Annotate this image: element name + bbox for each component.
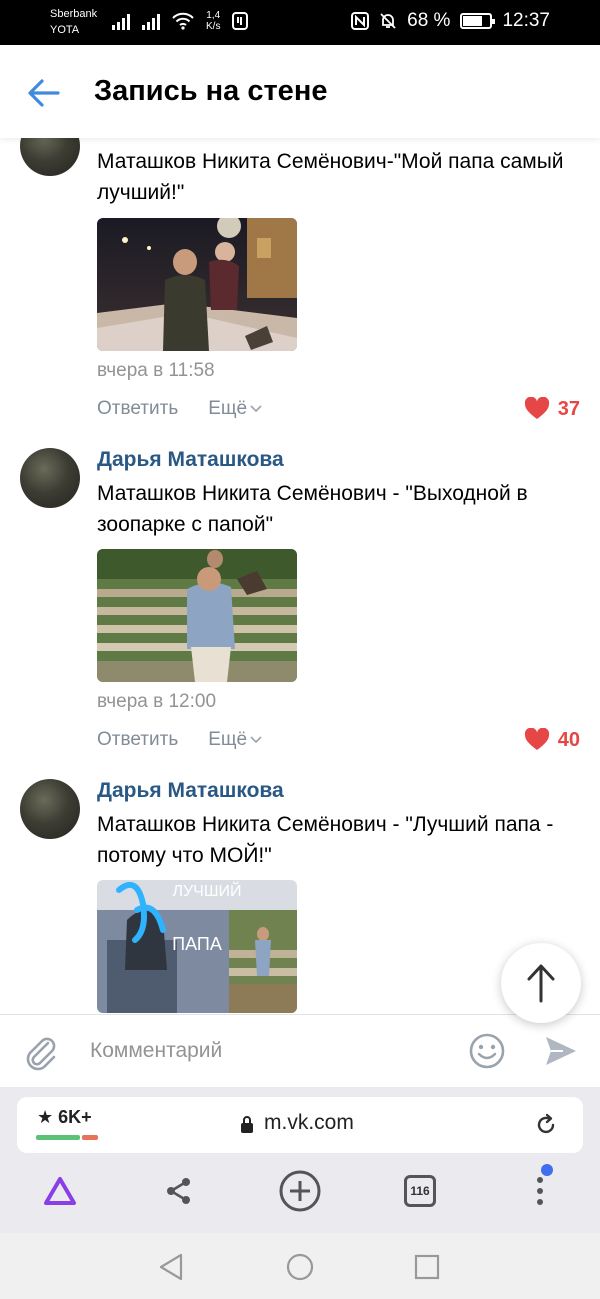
more-vertical-icon [537, 1177, 543, 1205]
net-speed-unit: K/s [206, 21, 221, 32]
reply-button[interactable]: Ответить [97, 398, 178, 420]
heart-icon [524, 397, 549, 419]
more-label: Ещё [208, 398, 248, 419]
circle-home-icon [286, 1253, 314, 1281]
chevron-down-icon [250, 736, 262, 744]
site-rating[interactable]: ★ 6K+ [37, 1107, 92, 1128]
heart-icon [524, 728, 549, 750]
like-button[interactable]: 37 [524, 397, 580, 421]
clock: 12:37 [502, 10, 550, 31]
status-left-icons: 1,4 K/s [112, 10, 249, 32]
tabs-button[interactable]: 116 [396, 1167, 444, 1215]
photo-caption-bottom: ПАПА [172, 934, 222, 954]
plus-circle-icon [279, 1170, 321, 1212]
comment-text: Маташков Никита Семёнович - "Выходной в … [97, 482, 528, 536]
rating-bar-green [36, 1135, 80, 1140]
carrier-info: Sberbank YOTA [50, 6, 97, 38]
comment-photo[interactable] [97, 218, 297, 351]
menu-button[interactable] [516, 1164, 564, 1215]
rating-bars [36, 1135, 98, 1140]
back-arrow-icon[interactable] [24, 73, 64, 113]
browser-toolbar: ★ 6K+ m.vk.com 116 [0, 1087, 600, 1233]
wifi-icon [172, 12, 194, 30]
signal-1-icon [112, 12, 130, 30]
alice-icon [44, 1177, 76, 1205]
carrier-1: Sberbank [50, 8, 98, 20]
comment-text: Маташков Никита Семёнович-"Мой папа самы… [97, 150, 564, 204]
emoji-icon[interactable] [468, 1032, 506, 1070]
address-bar[interactable]: ★ 6K+ m.vk.com [17, 1097, 583, 1153]
triangle-back-icon [159, 1253, 183, 1281]
comment-photo[interactable]: ЛУЧШИЙ ПАПА [97, 880, 297, 1013]
page-title: Запись на стене [94, 75, 328, 107]
like-count: 37 [557, 397, 580, 420]
comment-actions: Ответить Ещё [97, 398, 262, 420]
comment-author[interactable]: Дарья Маташкова [97, 448, 284, 472]
photo-zoo-image [97, 549, 297, 682]
signal-2-icon [142, 12, 160, 30]
avatar[interactable] [20, 779, 80, 839]
comment-composer [0, 1014, 600, 1087]
alice-button[interactable] [36, 1167, 84, 1215]
nav-recents-button[interactable] [411, 1251, 443, 1283]
nav-back-button[interactable] [155, 1251, 187, 1283]
chevron-down-icon [250, 405, 262, 413]
send-icon[interactable] [543, 1033, 579, 1069]
status-right-icons: 68 % 12:37 [351, 10, 550, 32]
notification-dot [541, 1164, 553, 1176]
comment-text: Маташков Никита Семёнович - "Лучший папа… [97, 813, 554, 867]
square-recents-icon [414, 1254, 440, 1280]
avatar[interactable] [20, 448, 80, 508]
more-label: Ещё [208, 729, 248, 750]
nav-home-button[interactable] [284, 1251, 316, 1283]
browser-buttons: 116 [0, 1164, 600, 1223]
net-speed: 1,4 K/s [206, 10, 220, 32]
notification-app-icon [232, 12, 249, 30]
battery-level [463, 16, 483, 26]
comment-timestamp: вчера в 12:00 [97, 691, 217, 712]
system-nav-bar [0, 1233, 600, 1299]
status-bar: Sberbank YOTA 1,4 K/s 68 % 12:37 [0, 0, 600, 45]
comment-photo[interactable] [97, 549, 297, 682]
photo-caption-top: ЛУЧШИЙ [173, 881, 242, 900]
like-button[interactable]: 40 [524, 728, 580, 752]
nfc-icon [351, 12, 370, 30]
avatar[interactable] [20, 138, 80, 176]
new-tab-button[interactable] [276, 1167, 324, 1215]
comment-timestamp: вчера в 11:58 [97, 360, 215, 381]
reload-icon[interactable] [534, 1113, 558, 1137]
battery-icon [460, 13, 496, 29]
tabs-count: 116 [404, 1175, 436, 1207]
like-count: 40 [557, 728, 580, 751]
reply-button[interactable]: Ответить [97, 729, 178, 751]
arrow-up-icon [527, 964, 555, 1003]
photo-collage-image: ЛУЧШИЙ ПАПА [97, 880, 297, 1013]
paperclip-icon[interactable] [22, 1033, 60, 1071]
lock-icon [241, 1116, 253, 1133]
share-icon [167, 1178, 190, 1204]
battery-percent: 68 % [407, 10, 451, 31]
rating-bar-red [82, 1135, 98, 1140]
photo-night-street-image [97, 218, 297, 351]
url-text[interactable]: m.vk.com [264, 1111, 354, 1135]
net-speed-value: 1,4 [206, 10, 221, 21]
share-button[interactable] [155, 1167, 203, 1215]
more-button[interactable]: Ещё [208, 729, 262, 751]
carrier-2: YOTA [50, 24, 80, 36]
app-header: Запись на стене [0, 45, 600, 138]
screen: Sberbank YOTA 1,4 K/s 68 % 12:37 Запись … [0, 0, 600, 1299]
comments-feed[interactable]: Маташков Никита Семёнович-"Мой папа самы… [0, 138, 600, 1014]
comment-input[interactable] [90, 1035, 450, 1067]
comment-author[interactable]: Дарья Маташкова [97, 779, 284, 803]
more-button[interactable]: Ещё [208, 398, 262, 420]
comment-actions: Ответить Ещё [97, 729, 262, 751]
scroll-to-top-button[interactable] [501, 943, 581, 1023]
mute-bell-icon [380, 13, 396, 29]
